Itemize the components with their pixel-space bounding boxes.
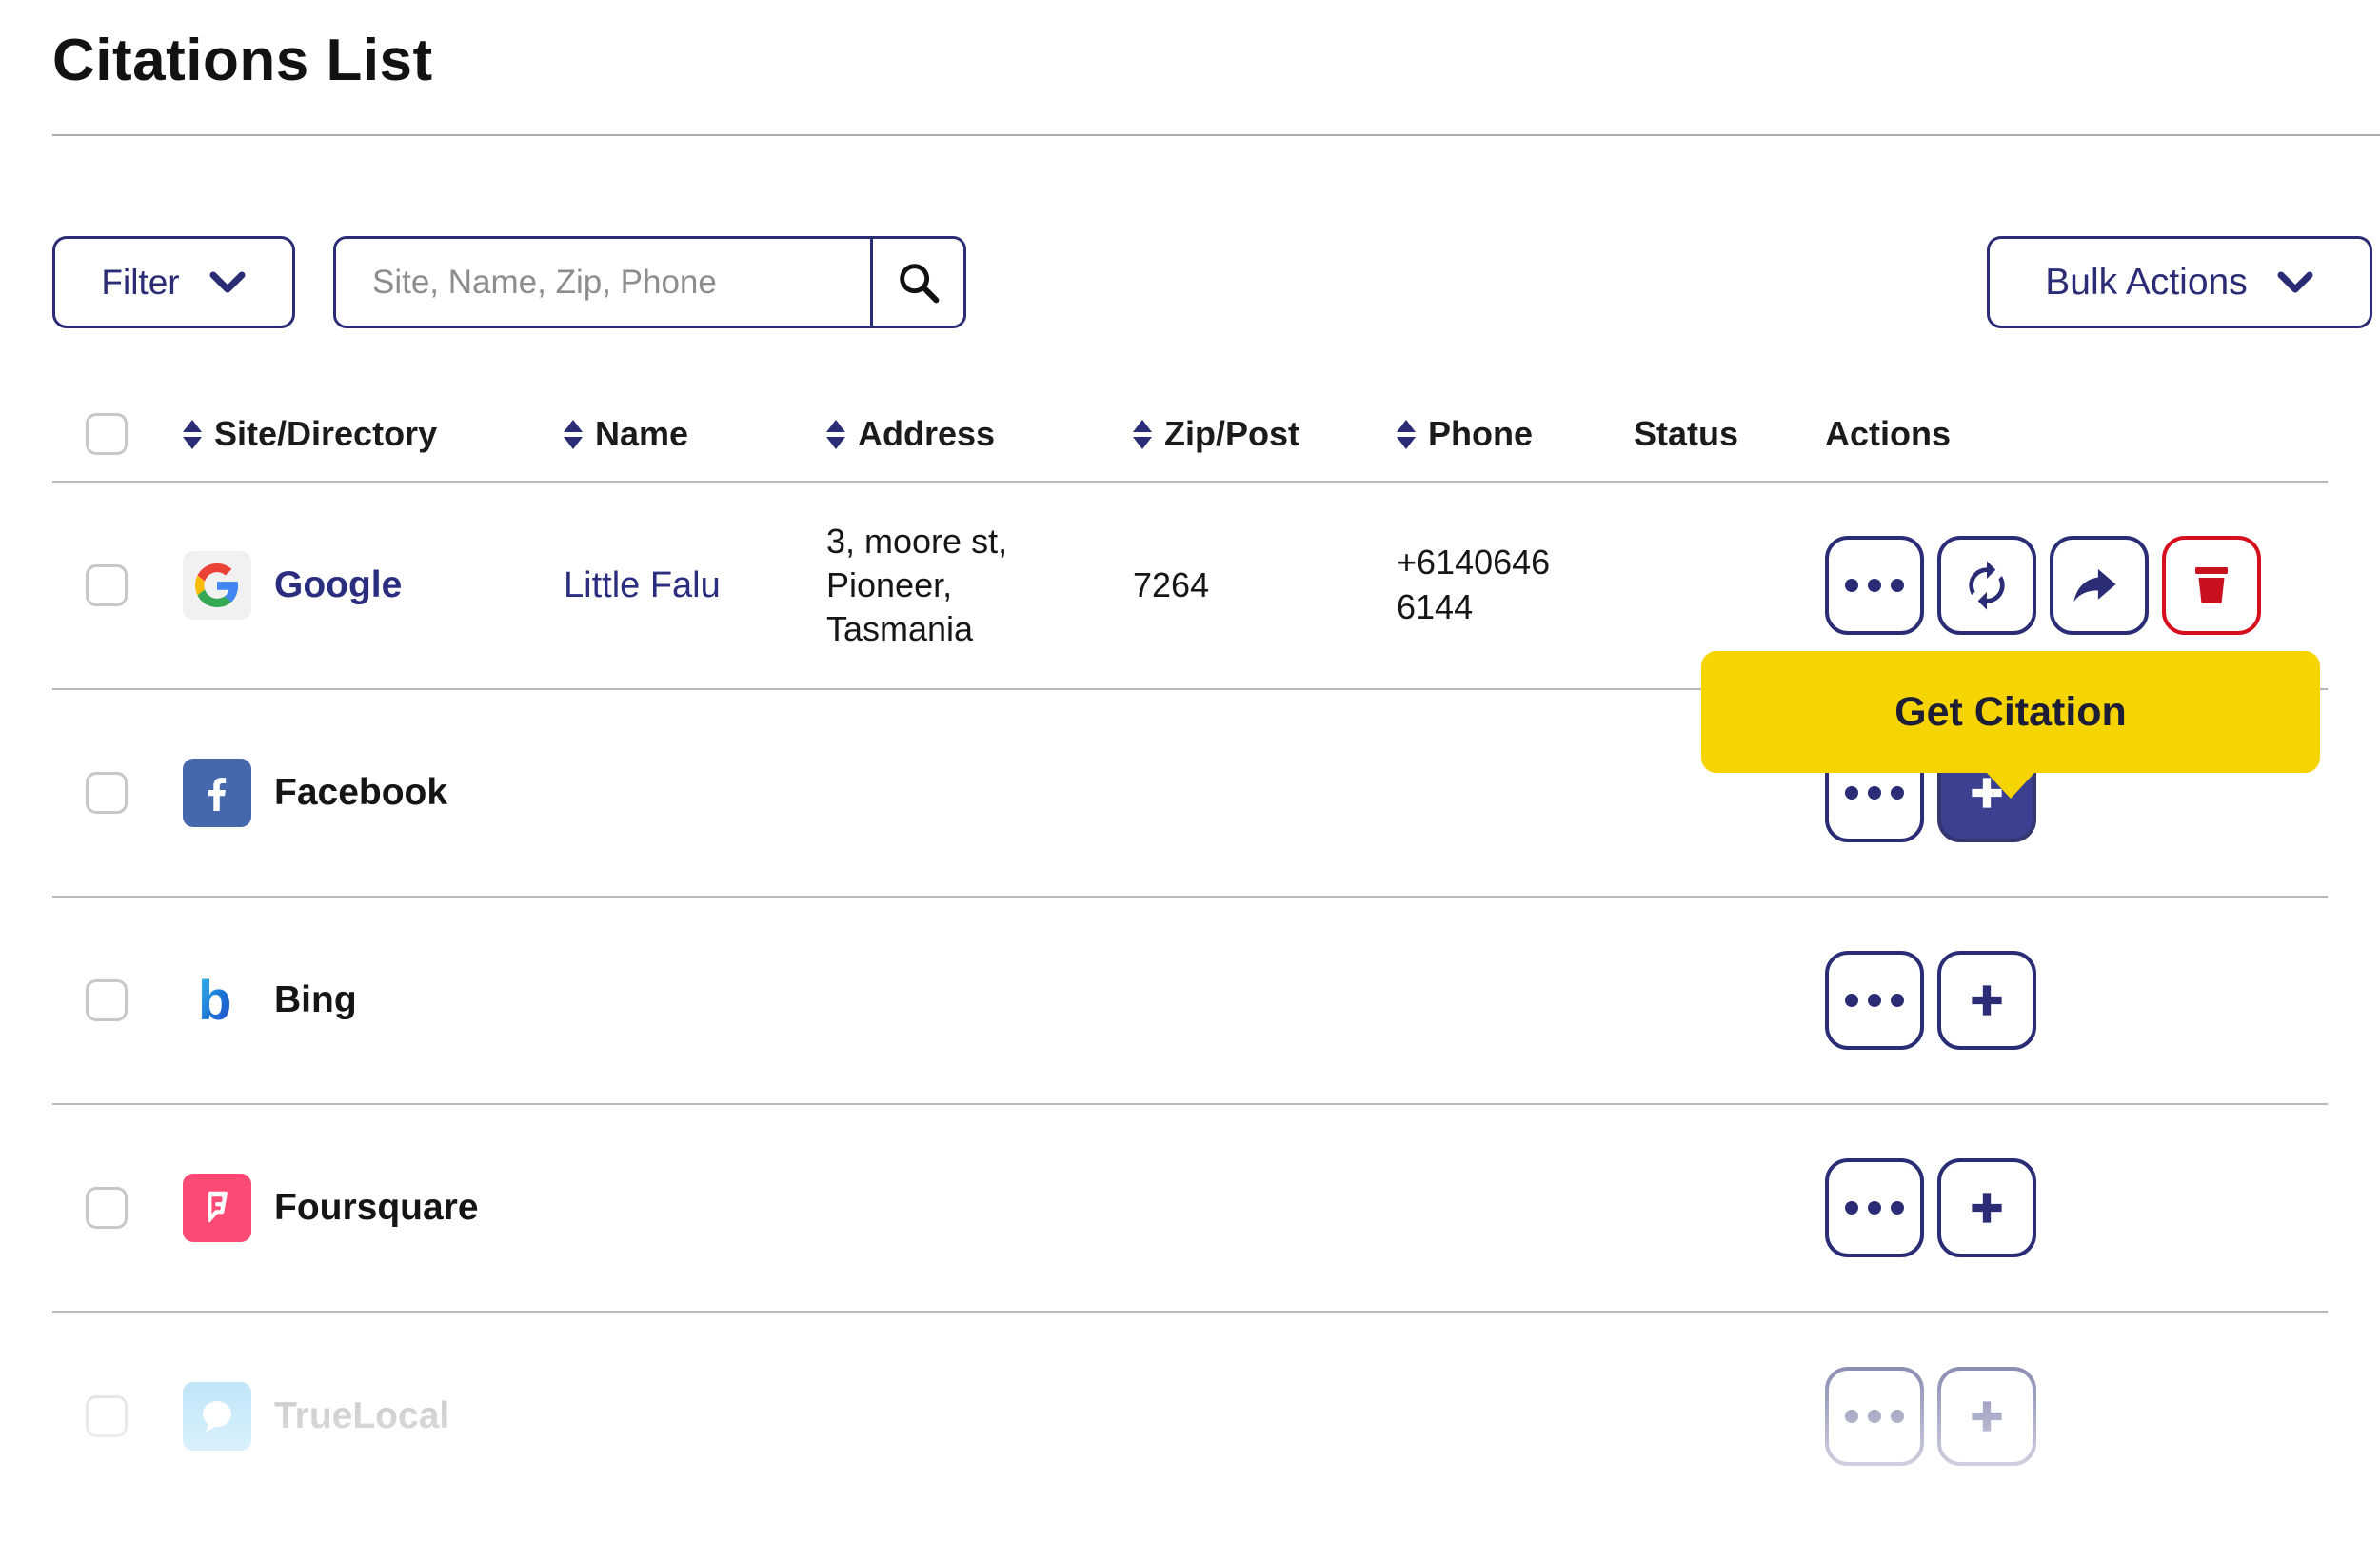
site-name: Foursquare [274, 1187, 479, 1228]
column-header-phone[interactable]: Phone [1397, 414, 1634, 454]
tooltip-label: Get Citation [1894, 688, 2127, 735]
add-citation-button[interactable] [1937, 951, 2036, 1050]
table-row-truelocal: TrueLocal [52, 1313, 2328, 1520]
more-actions-button[interactable] [1825, 536, 1924, 635]
row-checkbox[interactable] [86, 1187, 128, 1229]
plus-icon [1972, 985, 2002, 1016]
row-checkbox[interactable] [86, 564, 128, 606]
google-logo-icon [183, 551, 251, 620]
bing-logo-icon: b [183, 966, 251, 1035]
column-label: Name [595, 414, 689, 453]
column-header-zip-post[interactable]: Zip/Post [1133, 414, 1397, 454]
add-citation-button[interactable] [1937, 1367, 2036, 1466]
site-name: Facebook [274, 772, 448, 813]
ellipsis-icon [1845, 786, 1904, 800]
column-header-status: Status [1634, 414, 1825, 454]
page-title: Citations List [52, 28, 433, 93]
more-actions-button[interactable] [1825, 951, 1924, 1050]
column-label: Actions [1825, 414, 1952, 453]
title-divider [52, 134, 2380, 136]
sort-arrows-icon [1397, 419, 1416, 449]
site-name: Bing [274, 979, 357, 1020]
search-input[interactable] [336, 239, 870, 326]
select-all-checkbox[interactable] [86, 413, 128, 455]
column-header-address[interactable]: Address [826, 414, 1133, 454]
ellipsis-icon [1845, 579, 1904, 592]
business-name-link[interactable]: Little Falu [564, 565, 826, 606]
chevron-down-icon [2277, 271, 2313, 292]
row-checkbox[interactable] [86, 979, 128, 1021]
truelocal-logo-icon [183, 1382, 251, 1451]
ellipsis-icon [1845, 1410, 1904, 1423]
filter-button[interactable]: Filter [52, 236, 295, 328]
add-citation-button[interactable] [1937, 1158, 2036, 1257]
column-header-name[interactable]: Name [564, 414, 826, 454]
phone-cell: +6140646 6144 [1397, 543, 1551, 626]
site-name-link[interactable]: Google [274, 564, 402, 606]
column-label: Status [1634, 414, 1739, 453]
bulk-actions-button[interactable]: Bulk Actions [1987, 236, 2372, 328]
ellipsis-icon [1845, 994, 1904, 1007]
sort-arrows-icon [564, 419, 583, 449]
delete-button[interactable] [2162, 536, 2261, 635]
table-header-row: Site/Directory Name Address Zip/Post Pho… [52, 387, 2328, 483]
column-label: Zip/Post [1164, 414, 1299, 453]
column-header-site-directory[interactable]: Site/Directory [183, 414, 564, 454]
address-cell: 3, moore st, Pioneer, Tasmania [826, 521, 1008, 649]
share-button[interactable] [2050, 536, 2149, 635]
column-label: Phone [1428, 414, 1534, 453]
row-checkbox[interactable] [86, 1395, 128, 1437]
row-checkbox[interactable] [86, 772, 128, 814]
table-row-bing: b Bing [52, 898, 2328, 1105]
sync-arrows-icon [1969, 561, 2005, 610]
svg-text:b: b [198, 970, 231, 1031]
search-button[interactable] [873, 239, 963, 326]
chevron-down-icon [209, 271, 246, 292]
sort-arrows-icon [1133, 419, 1152, 449]
search-box [333, 236, 966, 328]
ellipsis-icon [1845, 1201, 1904, 1215]
facebook-logo-icon [183, 759, 251, 827]
toolbar: Filter Bulk Actions [52, 236, 2372, 328]
column-header-actions: Actions [1825, 414, 2328, 454]
magnifier-icon [899, 263, 939, 303]
sort-arrows-icon [183, 419, 202, 449]
plus-icon [1972, 1193, 2002, 1223]
column-label: Address [858, 414, 996, 453]
foursquare-logo-icon [183, 1174, 251, 1242]
citations-table: Site/Directory Name Address Zip/Post Pho… [52, 387, 2328, 1520]
zip-cell: 7264 [1133, 565, 1210, 604]
more-actions-button[interactable] [1825, 1158, 1924, 1257]
share-arrow-icon [2073, 568, 2116, 603]
sync-button[interactable] [1937, 536, 2036, 635]
sort-arrows-icon [826, 419, 845, 449]
filter-button-label: Filter [101, 262, 180, 302]
site-name: TrueLocal [274, 1395, 450, 1436]
get-citation-tooltip: Get Citation [1701, 651, 2320, 799]
table-row-foursquare: Foursquare [52, 1105, 2328, 1313]
plus-icon [1972, 1401, 2002, 1432]
trash-icon [2195, 567, 2228, 603]
more-actions-button[interactable] [1825, 1367, 1924, 1466]
column-label: Site/Directory [214, 414, 438, 453]
bulk-actions-label: Bulk Actions [2045, 261, 2248, 303]
